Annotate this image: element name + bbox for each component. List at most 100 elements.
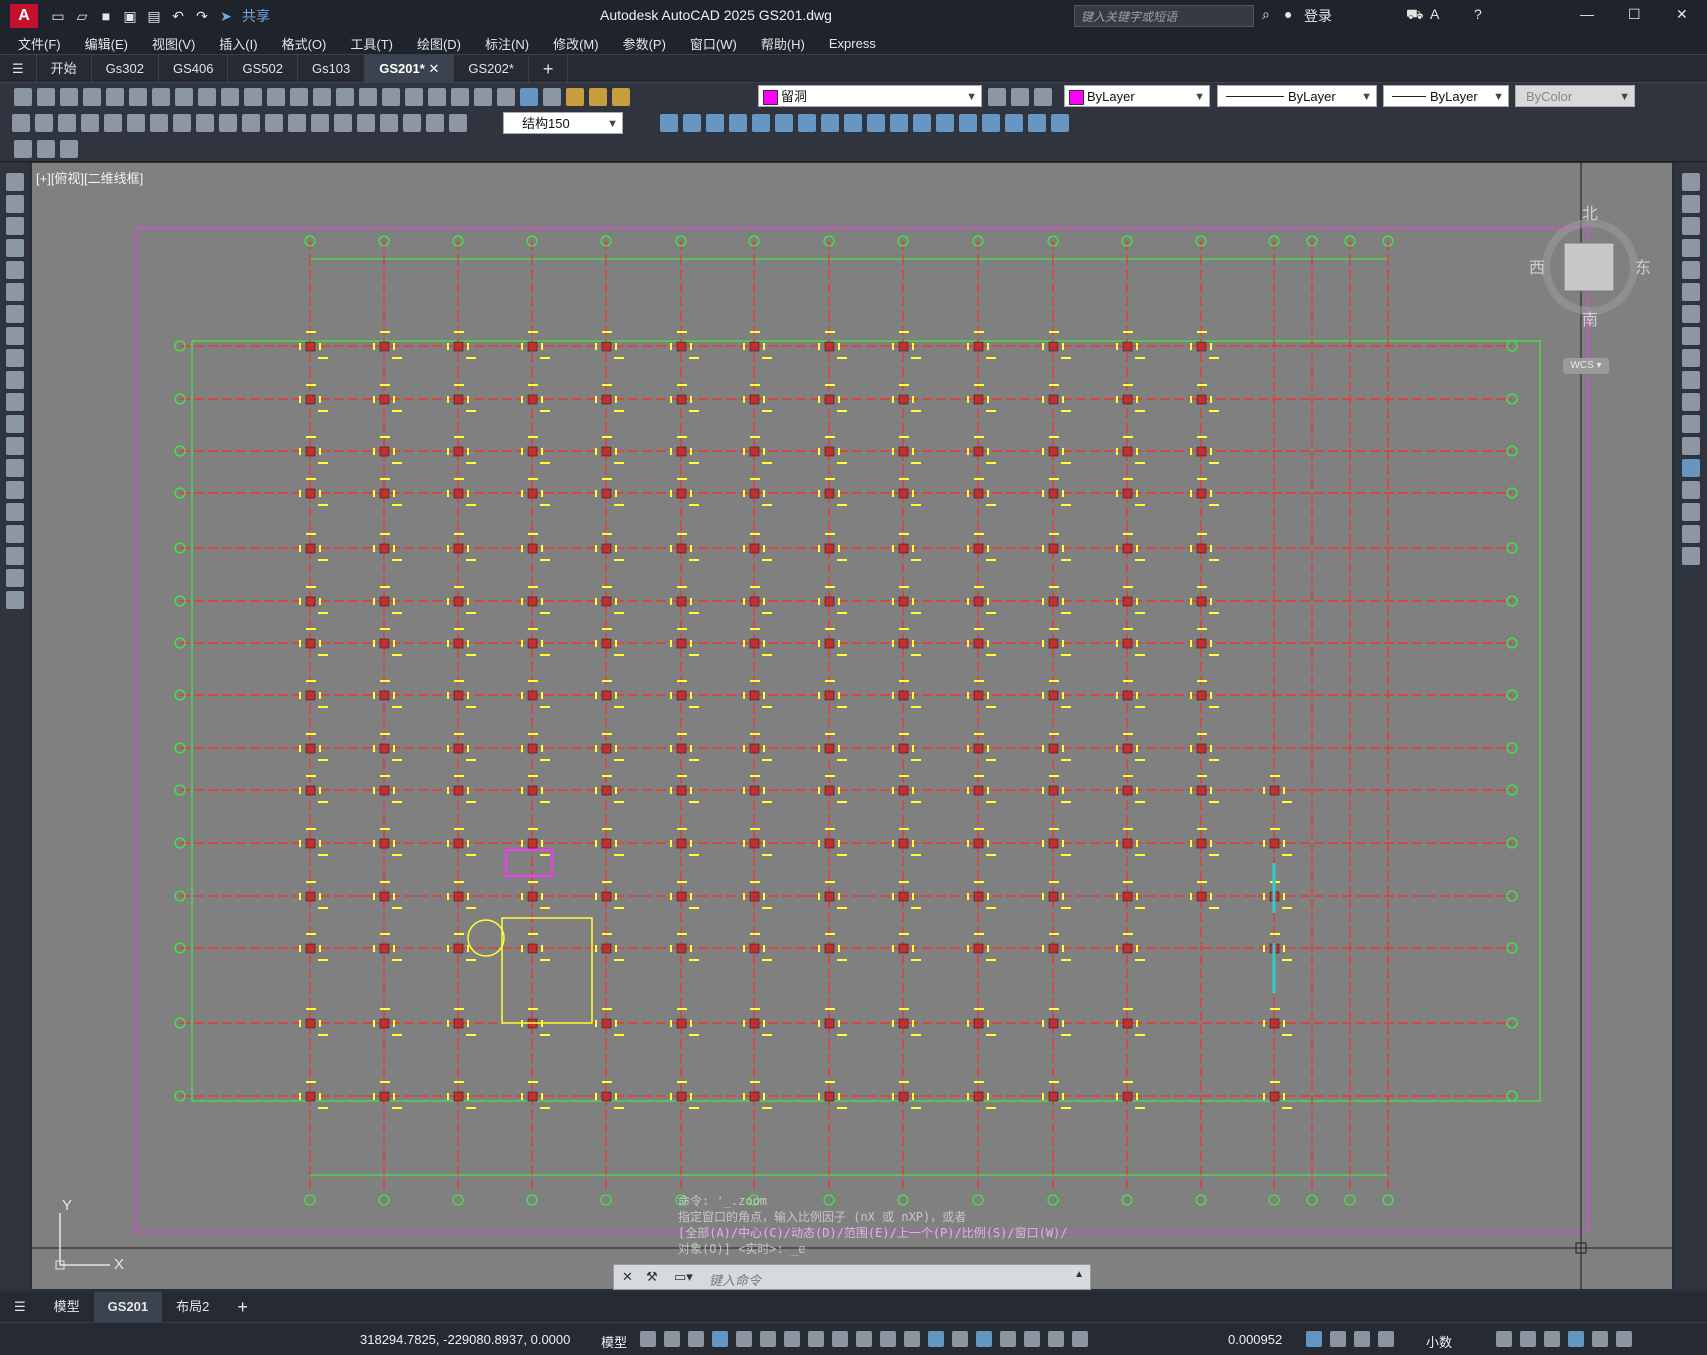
revcloud-icon[interactable] <box>6 327 24 345</box>
rectangle-icon[interactable] <box>6 261 24 279</box>
infer-icon[interactable] <box>688 1331 704 1347</box>
properties-icon[interactable] <box>382 88 400 106</box>
units-dropdown[interactable]: 小数 <box>1426 1332 1452 1351</box>
autodesk-app-icon[interactable]: A <box>1430 6 1439 22</box>
copy-icon[interactable] <box>175 88 193 106</box>
close-icon[interactable]: ✕ <box>1676 6 1688 23</box>
annotation-monitor-icon[interactable] <box>1354 1331 1370 1347</box>
make-block-icon[interactable] <box>37 140 55 158</box>
ucs-menu[interactable]: WCS ▾ <box>1563 358 1609 374</box>
layer-lock-icon[interactable] <box>612 88 630 106</box>
plot-icon[interactable]: ▤ <box>146 8 162 24</box>
viewport-scale-icon[interactable] <box>1306 1331 1322 1347</box>
layer-match-icon[interactable] <box>1034 88 1052 106</box>
linear-dim-icon[interactable] <box>12 114 30 132</box>
jogged-icon[interactable] <box>127 114 145 132</box>
chamfer-icon[interactable] <box>1682 481 1700 499</box>
lock-ui-icon[interactable] <box>1048 1331 1064 1347</box>
share-icon[interactable]: ➤ <box>218 8 234 24</box>
stretch-icon[interactable] <box>821 114 839 132</box>
extend-icon[interactable] <box>1682 393 1700 411</box>
viewport-label[interactable]: [+][俯视][二维线框] <box>36 168 143 187</box>
help-icon[interactable]: ? <box>1474 6 1482 22</box>
blend-icon[interactable] <box>1682 525 1700 543</box>
app-menu-icon[interactable]: ☰ <box>0 54 37 83</box>
color-dropdown[interactable]: ByLayer ▼ <box>1064 85 1210 107</box>
extend-icon[interactable] <box>867 114 885 132</box>
circle-icon[interactable] <box>6 305 24 323</box>
grid-icon[interactable] <box>640 1331 656 1347</box>
menu-express[interactable]: Express <box>829 36 876 51</box>
rotate-icon[interactable] <box>1682 305 1700 323</box>
save-as-icon[interactable]: ▣ <box>122 8 138 24</box>
user-icon[interactable]: ● <box>1284 6 1292 22</box>
tab-gs201[interactable]: GS201* ✕ <box>365 54 455 83</box>
share-label[interactable]: 共享 <box>242 8 270 24</box>
radius-icon[interactable] <box>104 114 122 132</box>
tab-layout2[interactable]: 布局2 <box>162 1292 223 1322</box>
dim-text-edit-icon[interactable] <box>426 114 444 132</box>
customize-icon[interactable] <box>1616 1331 1632 1347</box>
menu-parametric[interactable]: 参数(P) <box>623 34 666 53</box>
open-icon[interactable]: ▱ <box>74 8 90 24</box>
lineweight-icon[interactable] <box>856 1331 872 1347</box>
command-history-toggle-icon[interactable]: ▲ <box>1074 1269 1084 1280</box>
layer-properties-icon[interactable] <box>543 88 561 106</box>
table-icon[interactable] <box>6 547 24 565</box>
save-icon[interactable]: ■ <box>98 8 114 24</box>
point-icon[interactable] <box>6 459 24 477</box>
new-icon[interactable] <box>14 88 32 106</box>
autocad-logo[interactable]: A <box>10 4 38 28</box>
zoom-realtime-icon[interactable] <box>313 88 331 106</box>
hatch-icon[interactable] <box>6 481 24 499</box>
quick-properties-icon[interactable] <box>1496 1331 1512 1347</box>
login-label[interactable]: 登录 <box>1304 6 1332 26</box>
zoom-previous-icon[interactable] <box>359 88 377 106</box>
tab-gs103[interactable]: Gs103 <box>298 54 366 83</box>
center-mark-icon[interactable] <box>334 114 352 132</box>
ordinate-icon[interactable] <box>81 114 99 132</box>
menu-help[interactable]: 帮助(H) <box>761 34 805 53</box>
explode-icon[interactable] <box>1682 547 1700 565</box>
tab-gs302[interactable]: Gs302 <box>92 54 159 83</box>
insert-icon[interactable] <box>6 415 24 433</box>
tab-gs502[interactable]: GS502 <box>228 54 298 83</box>
isodraft-icon[interactable] <box>784 1331 800 1347</box>
paste-icon[interactable] <box>198 88 216 106</box>
graphics-performance-icon[interactable] <box>1520 1331 1536 1347</box>
print-icon[interactable] <box>83 88 101 106</box>
ortho-icon[interactable] <box>736 1331 752 1347</box>
join-icon[interactable] <box>913 114 931 132</box>
menu-modify[interactable]: 修改(M) <box>553 34 599 53</box>
edit-hatch-icon[interactable] <box>1051 114 1069 132</box>
layout-menu-icon[interactable]: ☰ <box>0 1292 40 1322</box>
line-icon[interactable] <box>6 173 24 191</box>
auto-scale-icon[interactable] <box>1024 1331 1040 1347</box>
menu-insert[interactable]: 插入(I) <box>219 34 257 53</box>
viewcube[interactable]: 北 南 东 西 <box>1530 205 1650 335</box>
move-icon[interactable] <box>752 114 770 132</box>
command-recent-icon[interactable]: ▭▾ <box>674 1269 693 1285</box>
mirror-icon[interactable] <box>683 114 701 132</box>
help-icon[interactable] <box>520 88 538 106</box>
arc-icon[interactable] <box>6 283 24 301</box>
stretch-icon[interactable] <box>1682 349 1700 367</box>
add-layout-icon[interactable]: + <box>223 1292 262 1322</box>
offset-icon[interactable] <box>706 114 724 132</box>
edit-poly-icon[interactable] <box>1005 114 1023 132</box>
break-point-icon[interactable] <box>890 114 908 132</box>
trim-icon[interactable] <box>844 114 862 132</box>
mtext-icon[interactable] <box>6 569 24 587</box>
tab-layout-gs201[interactable]: GS201 <box>93 1292 163 1322</box>
clean-screen-icon[interactable] <box>1544 1331 1560 1347</box>
markup-icon[interactable] <box>474 88 492 106</box>
zoom-window-icon[interactable] <box>336 88 354 106</box>
tab-gs202[interactable]: GS202* <box>454 54 529 83</box>
undo-icon[interactable]: ↶ <box>170 8 186 24</box>
annotation-scale[interactable]: 0.000952 <box>1228 1332 1282 1347</box>
explode-icon[interactable] <box>982 114 1000 132</box>
gradient-icon[interactable] <box>6 503 24 521</box>
publish-icon[interactable] <box>129 88 147 106</box>
trim-icon[interactable] <box>1682 371 1700 389</box>
compass-east[interactable]: 东 <box>1635 259 1650 277</box>
